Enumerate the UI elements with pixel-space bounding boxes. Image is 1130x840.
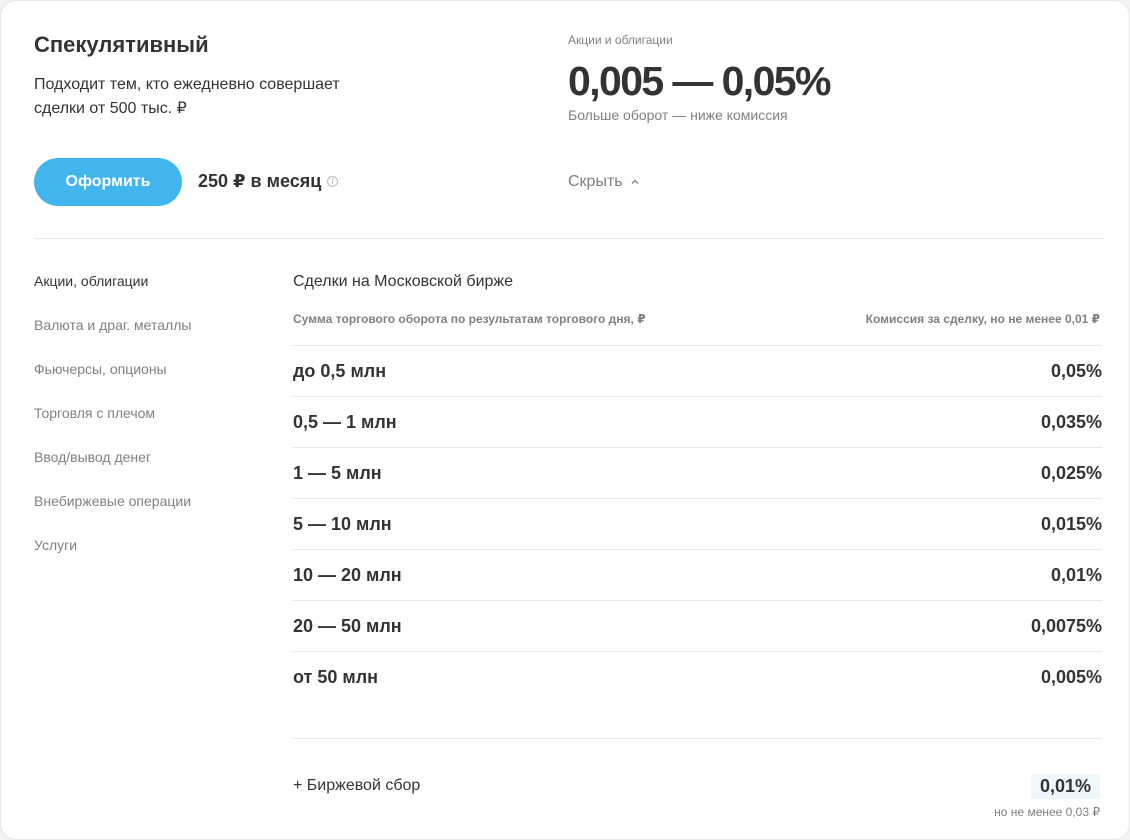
table-row: 5 — 10 млн 0,015% xyxy=(293,498,1102,549)
info-icon[interactable]: i xyxy=(327,176,339,187)
row-fee: 0,005% xyxy=(1040,666,1102,687)
row-range: до 0,5 млн xyxy=(293,360,387,381)
row-fee: 0,01% xyxy=(1050,564,1102,585)
side-nav-item-services[interactable]: Услуги xyxy=(34,535,264,579)
plan-title: Спекулятивный xyxy=(34,32,209,57)
rate-label: Акции и облигации xyxy=(568,33,673,47)
table-row: 1 — 5 млн 0,025% xyxy=(293,447,1102,498)
row-range: 5 — 10 млн xyxy=(293,513,392,534)
exchange-fee-label: + Биржевой сбор xyxy=(293,777,421,794)
divider xyxy=(34,238,1103,239)
divider xyxy=(293,738,1102,739)
side-nav-item-futures[interactable]: Фьючерсы, опционы xyxy=(34,359,264,403)
tariff-card: Спекулятивный Подходит тем, кто ежедневн… xyxy=(0,0,1130,840)
exchange-fee-value: 0,01% xyxy=(1030,774,1100,799)
row-range: 10 — 20 млн xyxy=(293,564,402,585)
side-nav-item-currency[interactable]: Валюта и драг. металлы xyxy=(34,315,264,359)
table-row: до 0,5 млн 0,05% xyxy=(293,345,1102,396)
column-header-turnover: Сумма торгового оборота по результатам т… xyxy=(293,312,646,326)
rate-value: 0,005 — 0,05% xyxy=(568,58,831,104)
row-fee: 0,05% xyxy=(1050,360,1102,381)
apply-button[interactable]: Оформить xyxy=(34,158,182,206)
table-row: 10 — 20 млн 0,01% xyxy=(293,549,1102,600)
exchange-fee-min-note: но не менее 0,03 ₽ xyxy=(994,805,1100,819)
hide-toggle-label: Скрыть xyxy=(568,173,623,190)
side-nav-item-deposit[interactable]: Ввод/вывод денег xyxy=(34,447,264,491)
price-label: 250 ₽ в месяц xyxy=(198,171,322,191)
row-fee: 0,015% xyxy=(1040,513,1102,534)
price: 250 ₽ в месяц i xyxy=(198,171,339,192)
row-range: 20 — 50 млн xyxy=(293,615,402,636)
side-nav-item-stocks[interactable]: Акции, облигации xyxy=(34,271,264,315)
table-row: от 50 млн 0,005% xyxy=(293,651,1102,702)
side-nav: Акции, облигации Валюта и драг. металлы … xyxy=(34,271,264,579)
row-fee: 0,025% xyxy=(1040,462,1102,483)
section-title: Сделки на Московской бирже xyxy=(293,273,514,290)
plan-description: Подходит тем, кто ежедневно совершает сд… xyxy=(34,76,340,117)
hide-toggle[interactable]: Скрыть xyxy=(568,173,640,191)
side-nav-item-margin[interactable]: Торговля с плечом xyxy=(34,403,264,447)
rate-note: Больше оборот — ниже комиссия xyxy=(568,107,788,123)
chevron-up-icon xyxy=(631,179,639,184)
row-range: от 50 млн xyxy=(293,666,379,687)
row-range: 1 — 5 млн xyxy=(293,462,382,483)
column-header-fee: Комиссия за сделку, но не менее 0,01 ₽ xyxy=(865,312,1100,326)
row-fee: 0,035% xyxy=(1040,411,1102,432)
row-fee: 0,0075% xyxy=(1030,615,1102,636)
table-row: 0,5 — 1 млн 0,035% xyxy=(293,396,1102,447)
side-nav-item-otc[interactable]: Внебиржевые операции xyxy=(34,491,264,535)
table-row: 20 — 50 млн 0,0075% xyxy=(293,600,1102,651)
tariff-table: до 0,5 млн 0,05% 0,5 — 1 млн 0,035% 1 — … xyxy=(293,345,1102,702)
row-range: 0,5 — 1 млн xyxy=(293,411,397,432)
